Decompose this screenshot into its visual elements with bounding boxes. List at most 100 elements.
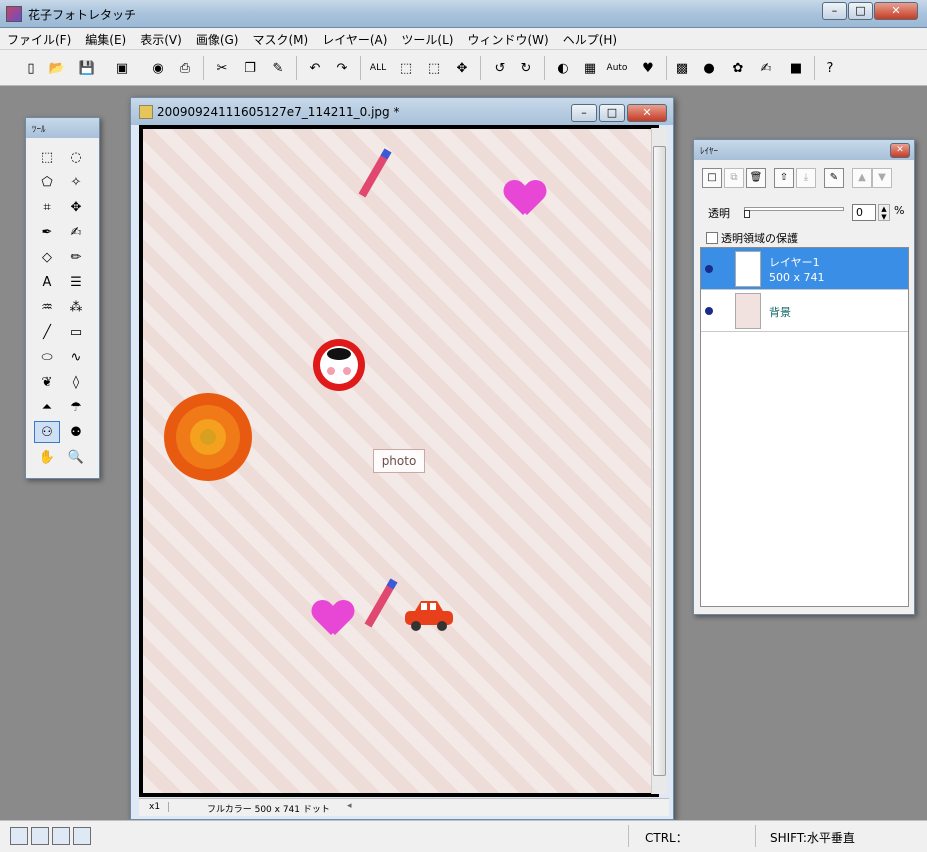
close-button[interactable]: ✕ [874, 2, 918, 20]
opacity-slider-knob[interactable] [744, 210, 750, 218]
rotate-right-90-icon[interactable]: ↻ [514, 57, 538, 79]
pencil-icon[interactable]: ✏ [63, 246, 89, 268]
doc-minimize-button[interactable]: – [571, 104, 597, 122]
clone-icon[interactable]: ⚉ [63, 421, 89, 443]
menu-item[interactable]: ウィンドウ(W) [460, 28, 555, 51]
protect-transparency-row[interactable]: 透明領域の保護 [706, 230, 798, 246]
paint-icon[interactable]: ✿ [726, 57, 750, 79]
okame-mask-sticker[interactable] [311, 337, 367, 393]
square-icon[interactable]: ■ [784, 57, 808, 79]
layer-merge-icon[interactable]: ⤓ [796, 168, 816, 188]
select-all-icon[interactable]: ALL [366, 57, 390, 79]
rect-select-icon[interactable]: ⬚ [34, 146, 60, 168]
scroll-left-icon[interactable]: ◂ [347, 801, 352, 811]
sphere-icon[interactable]: ● [697, 57, 721, 79]
hand-icon[interactable]: ✋ [34, 446, 60, 468]
move-layer-up-icon[interactable]: ▲ [852, 168, 872, 188]
ellipse-icon[interactable]: ⬭ [34, 346, 60, 368]
layer-visibility-icon[interactable] [705, 265, 713, 273]
layer-visibility-icon[interactable] [705, 307, 713, 315]
pen-icon[interactable]: ✒ [34, 221, 60, 243]
spray-icon[interactable]: ⁂ [63, 296, 89, 318]
crayon-sticker[interactable] [357, 143, 397, 207]
flower-sticker[interactable] [153, 387, 263, 487]
magic-wand-icon[interactable]: ✧ [63, 171, 89, 193]
print-icon[interactable]: ⎙ [173, 57, 197, 79]
umbrella-icon[interactable]: ☂ [63, 396, 89, 418]
brush-icon[interactable]: ✍ [754, 57, 778, 79]
new-layer-icon[interactable]: □ [702, 168, 722, 188]
save-icon[interactable]: 💾 [75, 57, 99, 79]
brush-tool-icon[interactable]: ✍ [63, 221, 89, 243]
pattern-mode-icon[interactable] [73, 827, 91, 845]
sharpen-icon[interactable]: ⏶ [34, 396, 60, 418]
scan-icon[interactable]: ▣ [110, 57, 134, 79]
poly-select-icon[interactable]: ⬠ [34, 171, 60, 193]
cut-icon[interactable]: ✂ [210, 57, 234, 79]
text-icon[interactable]: A [34, 271, 60, 293]
maximize-button[interactable]: □ [848, 2, 873, 20]
eraser-icon[interactable]: ◇ [34, 246, 60, 268]
frame-icon[interactable]: ▩ [670, 57, 694, 79]
color-adjust-icon[interactable]: ◐ [551, 57, 575, 79]
rectangle-icon[interactable]: ▭ [63, 321, 89, 343]
smudge-icon[interactable]: ❦ [34, 371, 60, 393]
help-icon[interactable]: ? [818, 57, 842, 79]
heart-sticker[interactable] [313, 601, 353, 637]
opacity-spinner[interactable]: ▲ ▼ [878, 204, 890, 221]
menu-item[interactable]: ファイル(F) [0, 28, 78, 51]
doc-maximize-button[interactable]: □ [599, 104, 625, 122]
doc-close-button[interactable]: ✕ [627, 104, 667, 122]
layer-up-stack-icon[interactable]: ⇧ [774, 168, 794, 188]
auto-adjust-icon[interactable]: Auto [605, 57, 629, 79]
curve-icon[interactable]: ∿ [63, 346, 89, 368]
car-sticker[interactable] [401, 595, 457, 635]
duplicate-layer-icon[interactable]: ⧉ [724, 168, 744, 188]
menu-item[interactable]: ヘルプ(H) [556, 28, 624, 51]
heart-sticker[interactable] [505, 181, 545, 217]
move-icon[interactable]: ✥ [450, 57, 474, 79]
rotate-left-90-icon[interactable]: ↺ [488, 57, 512, 79]
layer-row[interactable]: レイヤー1 500 x 741 [701, 248, 908, 290]
lasso-icon[interactable]: ◌ [63, 146, 89, 168]
menu-item[interactable]: マスク(M) [245, 28, 315, 51]
invert-selection-icon[interactable]: ⬚ [422, 57, 446, 79]
crayon-sticker[interactable] [363, 573, 403, 637]
menu-item[interactable]: レイヤー(A) [315, 28, 394, 51]
open-folder-icon[interactable]: 📂 [45, 57, 69, 79]
undo-icon[interactable]: ↶ [303, 57, 327, 79]
copy-icon[interactable]: ❐ [238, 57, 262, 79]
layer-row[interactable]: 背景 [701, 290, 908, 332]
drop-icon[interactable]: ◊ [63, 371, 89, 393]
sphere-mode-icon[interactable] [31, 827, 49, 845]
textbox-icon[interactable]: ☰ [63, 271, 89, 293]
delete-layer-icon[interactable]: 🗑 [746, 168, 766, 188]
menu-item[interactable]: 編集(E) [78, 28, 133, 51]
redo-icon[interactable]: ↷ [330, 57, 354, 79]
vertical-scrollbar[interactable] [651, 128, 667, 794]
scrollbar-thumb[interactable] [653, 146, 666, 776]
image-canvas[interactable]: photo [139, 125, 659, 797]
image-adjust-icon[interactable]: ▦ [578, 57, 602, 79]
minimize-button[interactable]: – [822, 2, 847, 20]
protect-transparency-checkbox[interactable] [706, 232, 718, 244]
fg-color-icon[interactable] [10, 827, 28, 845]
new-file-icon[interactable]: ▯ [19, 57, 43, 79]
crop-icon[interactable]: ⌗ [34, 196, 60, 218]
gradient-mode-icon[interactable] [52, 827, 70, 845]
heart-stamp-icon[interactable]: ♥ [636, 57, 660, 79]
line-icon[interactable]: ╱ [34, 321, 60, 343]
opacity-input[interactable]: 0 [852, 204, 876, 221]
stamp-icon[interactable]: ⚇ [34, 421, 60, 443]
select-none-icon[interactable]: ⬚ [394, 57, 418, 79]
menu-item[interactable]: ツール(L) [394, 28, 460, 51]
fill-icon[interactable]: ♒ [34, 296, 60, 318]
opacity-slider[interactable] [744, 207, 844, 211]
paste-icon[interactable]: ✎ [266, 57, 290, 79]
menu-item[interactable]: 画像(G) [189, 28, 246, 51]
zoom-level[interactable]: x1 [143, 802, 169, 812]
layer-properties-icon[interactable]: ✎ [824, 168, 844, 188]
menu-item[interactable]: 表示(V) [133, 28, 189, 51]
zoom-icon[interactable]: 🔍 [63, 446, 89, 468]
camera-icon[interactable]: ◉ [146, 57, 170, 79]
